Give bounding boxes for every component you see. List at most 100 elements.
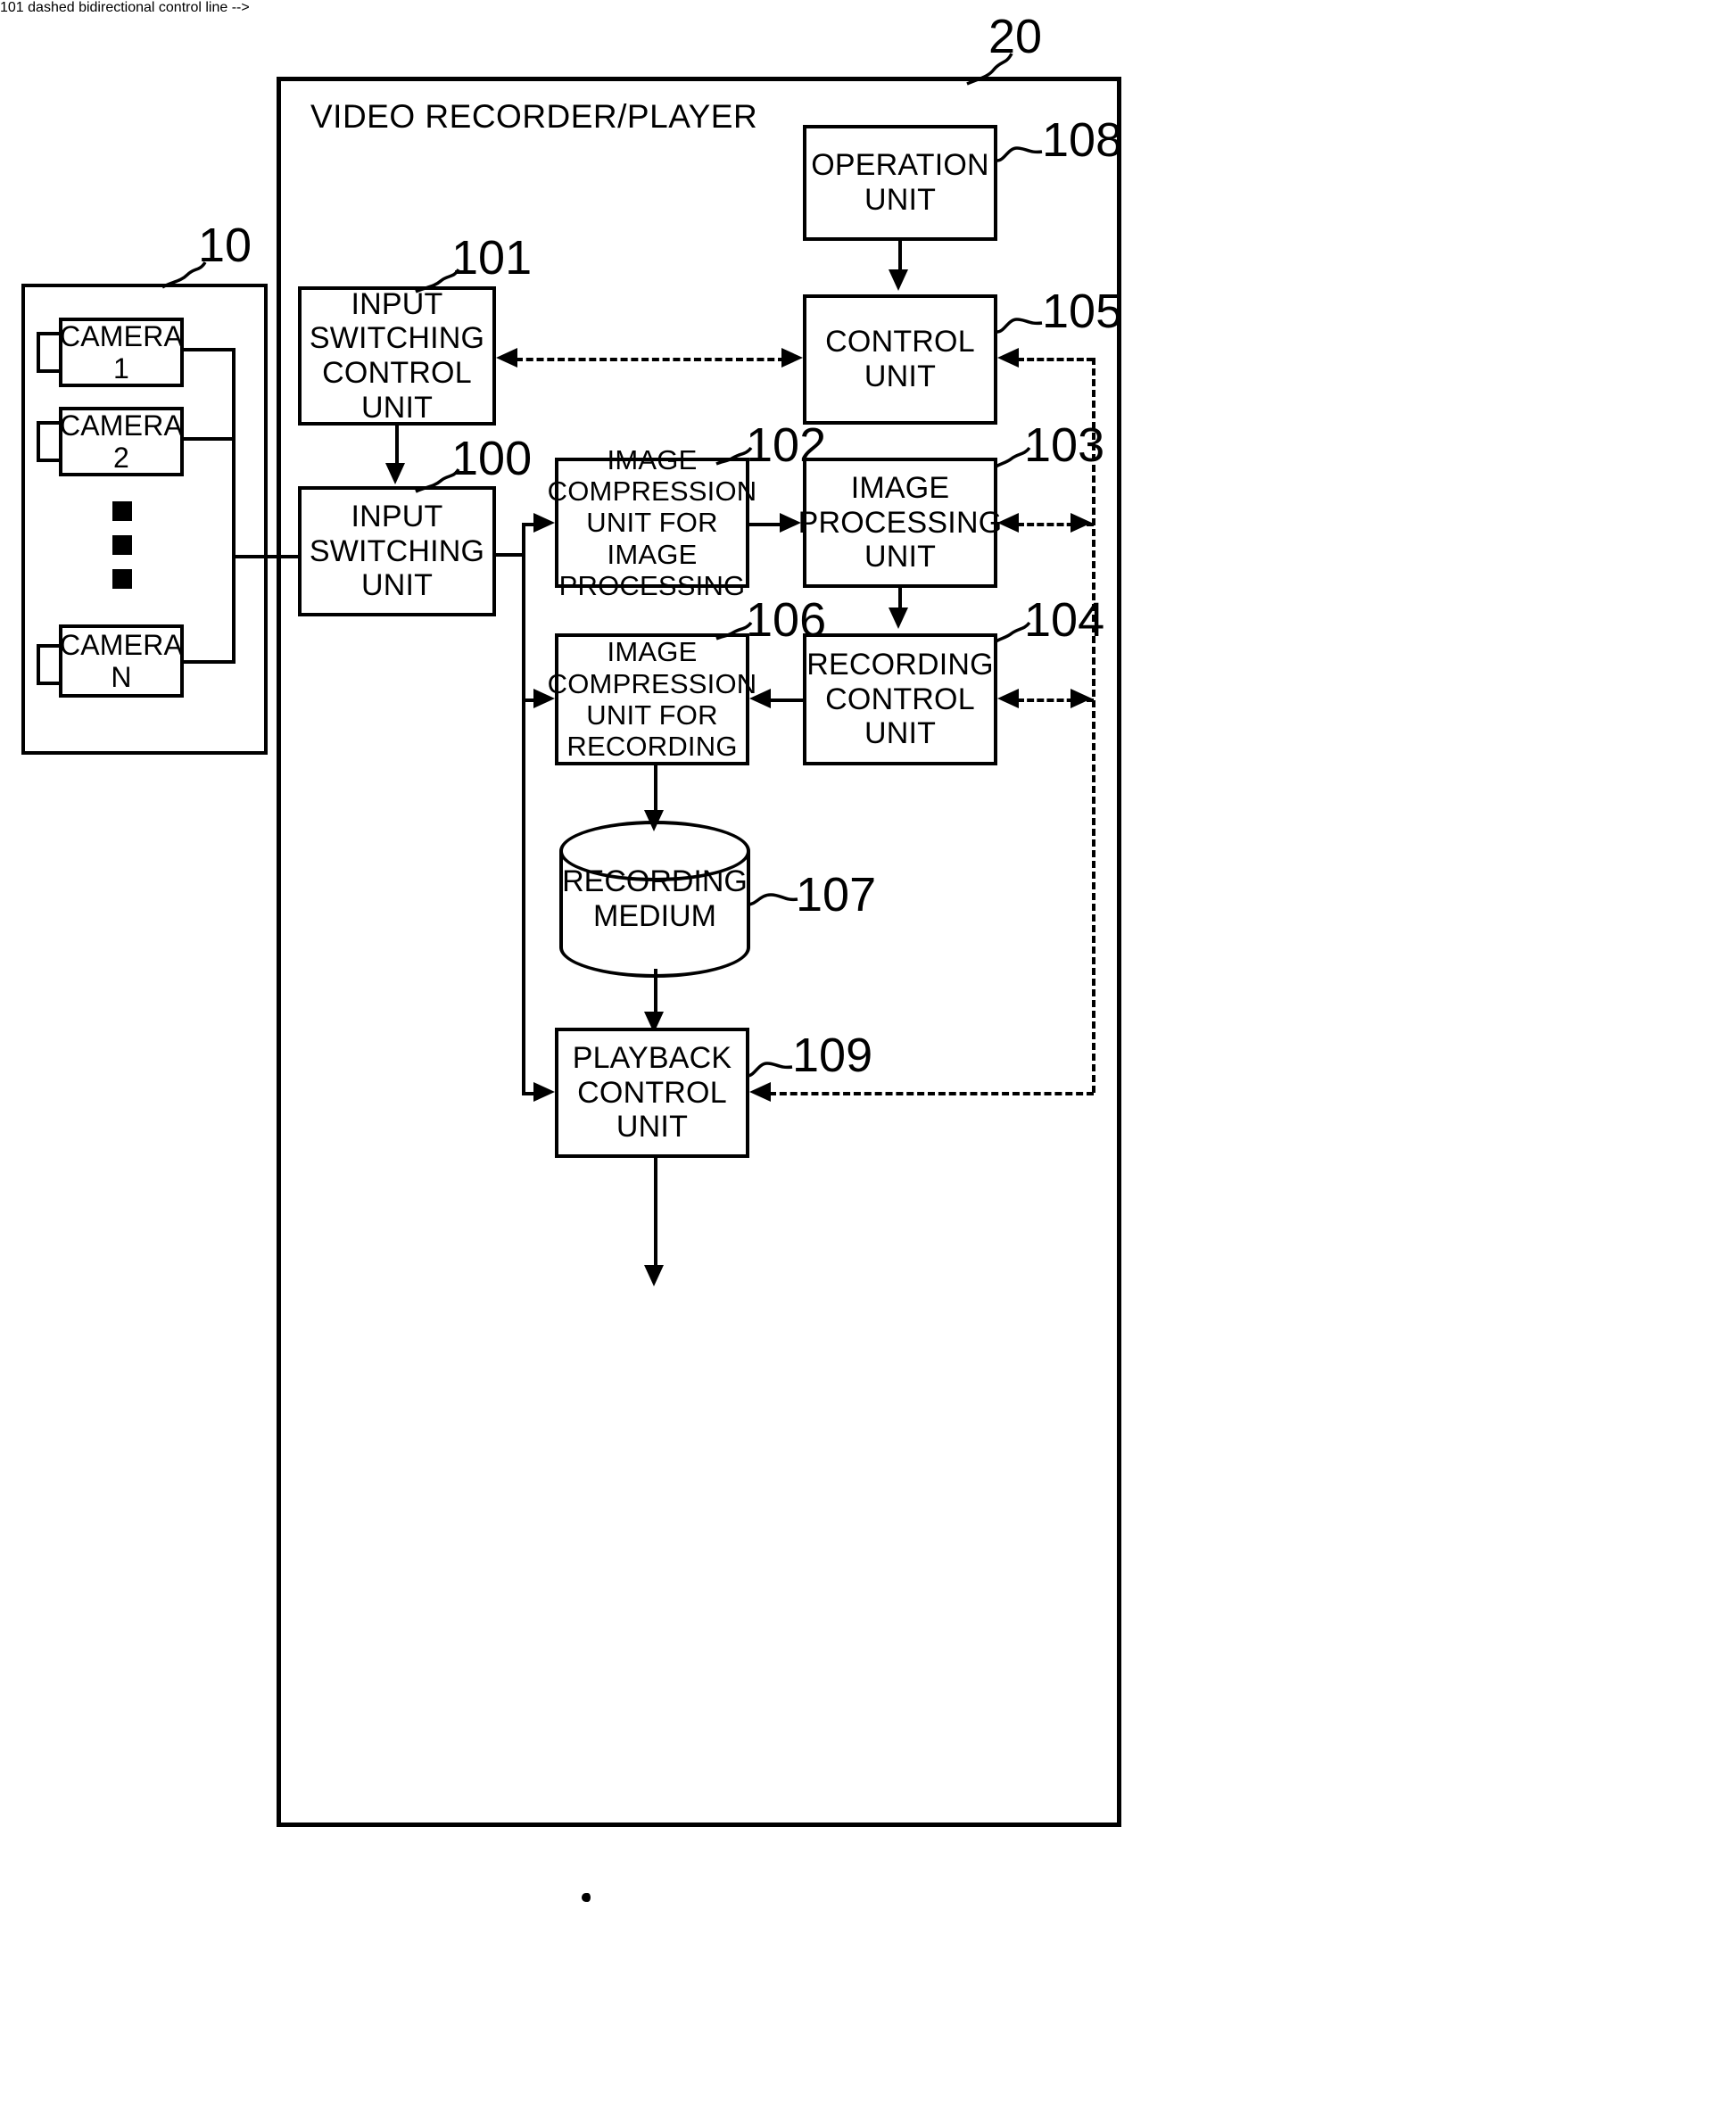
image-processing-unit[interactable]: IMAGE PROCESSING UNIT	[798, 458, 1002, 588]
figure-canvas: VIDEO RECORDER/PLAYER 20 10 CAMERA 1 CAM…	[0, 0, 1736, 2116]
control-bus-dashed-rail	[1092, 358, 1095, 1093]
control-unit-line1: CONTROL	[825, 325, 975, 360]
reference-numeral-107: 107	[796, 868, 877, 922]
input-switching-unit-line3: UNIT	[360, 568, 434, 603]
recording-control-unit-line1: RECORDING	[806, 647, 994, 682]
leader-line-103	[992, 446, 1033, 469]
wire-104-to-106	[769, 698, 806, 702]
image-compression-recording-line3: UNIT FOR	[586, 699, 718, 731]
arrow-bus-to-109	[749, 1082, 771, 1102]
reference-numeral-100: 100	[451, 432, 533, 485]
wire-109-to-display	[654, 1158, 657, 1267]
input-switching-control-unit-line2: SWITCHING	[309, 321, 485, 356]
arrow-106-to-107	[644, 810, 664, 831]
arrow-104-to-106	[749, 689, 771, 708]
arrow-bus-to-105	[997, 348, 1019, 368]
camera-1-label-line1: CAMERA	[59, 319, 184, 352]
playback-control-unit[interactable]: PLAYBACK CONTROL UNIT	[555, 1028, 749, 1158]
leader-line-102	[714, 446, 755, 467]
control-unit[interactable]: CONTROL UNIT	[803, 294, 997, 425]
arrow-dashed-to-105	[781, 348, 803, 368]
image-processing-unit-line2: PROCESSING	[798, 505, 1003, 540]
leader-line-108	[996, 143, 1046, 164]
recording-medium-line1: RECORDING	[562, 864, 748, 898]
reference-numeral-105: 105	[1042, 285, 1123, 338]
camera-2-label-line2: 2	[113, 442, 129, 474]
recording-medium[interactable]: RECORDING MEDIUM	[559, 821, 750, 978]
camera-2-label-line1: CAMERA	[59, 409, 184, 442]
leader-line-104	[992, 621, 1033, 644]
wire-103-to-104	[898, 588, 902, 609]
image-processing-unit-line1: IMAGE	[850, 470, 950, 505]
playback-control-unit-line3: UNIT	[616, 1110, 689, 1145]
operation-unit-line1: OPERATION	[811, 148, 989, 183]
input-switching-control-unit-line4: UNIT	[360, 390, 434, 425]
wire-108-to-105	[898, 241, 902, 271]
recording-medium-label: RECORDING MEDIUM	[559, 864, 750, 934]
arrow-dashed-to-101	[496, 348, 517, 368]
operation-unit[interactable]: OPERATION UNIT	[803, 125, 997, 241]
camera-1[interactable]: CAMERA 1	[59, 318, 184, 387]
arrow-rail-to-106	[533, 689, 555, 708]
camera-output-bus	[232, 557, 236, 662]
playback-control-unit-line1: PLAYBACK	[572, 1040, 732, 1075]
leader-line-101	[412, 268, 462, 294]
camera-list-ellipsis-dot	[112, 569, 132, 589]
arrow-103-to-bus	[1071, 513, 1092, 533]
recording-control-unit[interactable]: RECORDING CONTROL UNIT	[803, 633, 997, 765]
image-compression-image-line4: PROCESSING	[558, 570, 746, 601]
display-unit[interactable]	[582, 1893, 591, 1902]
system-title: VIDEO RECORDER/PLAYER	[310, 98, 758, 135]
reference-numeral-109: 109	[792, 1029, 873, 1082]
recording-medium-line2: MEDIUM	[593, 899, 716, 933]
arrow-bus-to-104	[997, 689, 1019, 708]
camera-1-label-line2: 1	[113, 352, 129, 384]
arrow-102-to-103	[780, 513, 801, 533]
leader-line-109	[746, 1058, 796, 1079]
leader-line-107	[746, 892, 799, 915]
image-compression-recording-line4: RECORDING	[566, 731, 738, 763]
leader-line-100	[412, 467, 462, 494]
image-processing-unit-line3: UNIT	[864, 540, 937, 574]
arrow-104-to-bus	[1071, 689, 1092, 708]
image-compression-recording-line2: COMPRESSION	[547, 667, 757, 699]
dashed-wire-bus-to-105	[1017, 358, 1094, 361]
input-switching-unit-line2: SWITCHING	[309, 533, 485, 568]
leader-line-20	[962, 52, 1015, 87]
input-switching-output-rail	[522, 523, 525, 1092]
camera-n[interactable]: CAMERA N	[59, 624, 184, 698]
arrow-108-to-105	[889, 269, 908, 291]
camera-2[interactable]: CAMERA 2	[59, 407, 184, 476]
wire-101-to-100	[395, 426, 399, 465]
arrow-103-to-104	[889, 608, 908, 629]
leader-line-106	[714, 621, 755, 642]
image-compression-image-line2: COMPRESSION	[547, 475, 757, 508]
reference-numeral-101: 101	[451, 231, 533, 285]
camera-list-ellipsis-dot	[112, 501, 132, 521]
camera-n-output-wire	[182, 660, 236, 664]
input-switching-unit-line1: INPUT	[351, 499, 443, 533]
arrow-101-to-100	[385, 463, 405, 484]
camera-list-ellipsis-dot	[112, 535, 132, 555]
arrow-bus-to-103	[997, 513, 1019, 533]
wire-100-output	[494, 553, 525, 557]
wire-102-to-103	[748, 523, 783, 526]
operation-unit-line2: UNIT	[864, 183, 937, 217]
input-switching-unit[interactable]: INPUT SWITCHING UNIT	[298, 486, 496, 616]
camera-n-label-line2: N	[111, 661, 132, 693]
recording-control-unit-line3: UNIT	[864, 716, 937, 751]
leader-line-105	[996, 314, 1046, 335]
input-switching-control-unit[interactable]: INPUT SWITCHING CONTROL UNIT	[298, 286, 496, 426]
wire-106-to-107	[654, 765, 657, 812]
control-unit-line2: UNIT	[864, 360, 937, 393]
camera-output-bus	[232, 348, 236, 557]
camera-n-label-line1: CAMERA	[59, 628, 184, 661]
arrow-rail-to-102	[533, 513, 555, 533]
recording-control-unit-line2: CONTROL	[825, 682, 975, 716]
dashed-wire-105-to-101	[516, 358, 785, 361]
input-switching-control-unit-line3: CONTROL	[322, 356, 472, 390]
image-compression-image-line3: UNIT FOR IMAGE	[586, 507, 718, 570]
image-compression-unit-for-recording[interactable]: IMAGE COMPRESSION UNIT FOR RECORDING	[548, 633, 756, 765]
image-compression-unit-for-image-processing[interactable]: IMAGE COMPRESSION UNIT FOR IMAGE PROCESS…	[548, 444, 757, 601]
camera-2-output-wire	[182, 437, 236, 441]
